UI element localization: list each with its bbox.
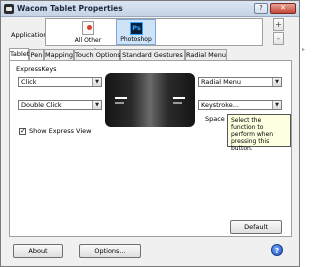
- help-icon[interactable]: ?: [271, 244, 283, 256]
- window-title: Wacom Tablet Properties: [17, 4, 123, 13]
- chevron-down-icon[interactable]: ▼: [92, 78, 101, 86]
- chevron-down-icon[interactable]: ▼: [92, 101, 101, 109]
- application-label: Application:: [11, 31, 50, 39]
- dropdown-value: Radial Menu: [201, 78, 241, 86]
- show-express-view-row[interactable]: Show Express View: [19, 127, 91, 135]
- dropdown-value: Double Click: [21, 101, 62, 109]
- application-item-all-other[interactable]: All Other: [70, 19, 106, 45]
- application-item-label: Photoshop: [120, 36, 152, 43]
- left-bottom-key-dropdown[interactable]: Double Click ▼: [18, 100, 102, 110]
- right-bottom-key-dropdown[interactable]: Keystroke... ▼: [198, 100, 282, 110]
- space-label: Space: [205, 115, 225, 123]
- show-express-view-checkbox[interactable]: [19, 127, 26, 135]
- application-list[interactable]: ◂ All Other Ps Photoshop ▸: [45, 18, 305, 53]
- wacom-app-icon: [4, 4, 14, 14]
- tab-touch-options[interactable]: Touch Options: [74, 49, 121, 60]
- right-top-key-dropdown[interactable]: Radial Menu ▼: [198, 77, 282, 87]
- left-top-key-dropdown[interactable]: Click ▼: [18, 77, 102, 87]
- tab-standard-gestures[interactable]: Standard Gestures: [120, 49, 185, 60]
- tab-pen[interactable]: Pen: [29, 49, 44, 60]
- dropdown-value: Click: [21, 78, 37, 86]
- expresskeys-section-label: ExpressKeys: [16, 65, 57, 73]
- tablet-tab-panel: ExpressKeys Click ▼ Double Click ▼ Radia…: [9, 60, 292, 237]
- all-other-icon: [82, 21, 94, 35]
- application-item-photoshop[interactable]: Ps Photoshop: [116, 19, 156, 45]
- dropdown-value: Keystroke...: [201, 101, 239, 109]
- tab-mapping[interactable]: Mapping: [44, 49, 74, 60]
- photoshop-icon: Ps: [130, 22, 143, 35]
- default-button[interactable]: Default: [230, 220, 282, 234]
- remove-application-button[interactable]: -: [273, 32, 284, 45]
- function-tooltip: Select the function to perform when pres…: [227, 114, 291, 152]
- express-key-right-indicator: [173, 97, 185, 99]
- add-application-button[interactable]: +: [273, 18, 284, 31]
- chevron-down-icon[interactable]: ▼: [272, 78, 281, 86]
- scroll-right-icon[interactable]: ▸: [300, 37, 307, 63]
- tab-radial-menu[interactable]: Radial Menu: [185, 49, 227, 60]
- about-button[interactable]: About: [13, 244, 63, 258]
- title-bar[interactable]: Wacom Tablet Properties ? ✕: [1, 1, 299, 17]
- tab-tablet[interactable]: Tablet: [9, 48, 29, 60]
- tablet-express-keys-graphic: [105, 73, 195, 127]
- express-key-right-lower-indicator: [173, 102, 182, 104]
- show-express-view-label: Show Express View: [29, 127, 92, 135]
- express-key-left-lower-indicator: [115, 102, 124, 104]
- application-item-label: All Other: [74, 37, 102, 44]
- close-button[interactable]: ✕: [270, 3, 296, 14]
- chevron-down-icon[interactable]: ▼: [272, 101, 281, 109]
- options-button[interactable]: Options...: [79, 244, 141, 258]
- wacom-properties-window: Wacom Tablet Properties ? ✕ Application:…: [0, 0, 305, 267]
- express-key-left-indicator: [115, 97, 127, 99]
- help-title-button[interactable]: ?: [254, 3, 268, 14]
